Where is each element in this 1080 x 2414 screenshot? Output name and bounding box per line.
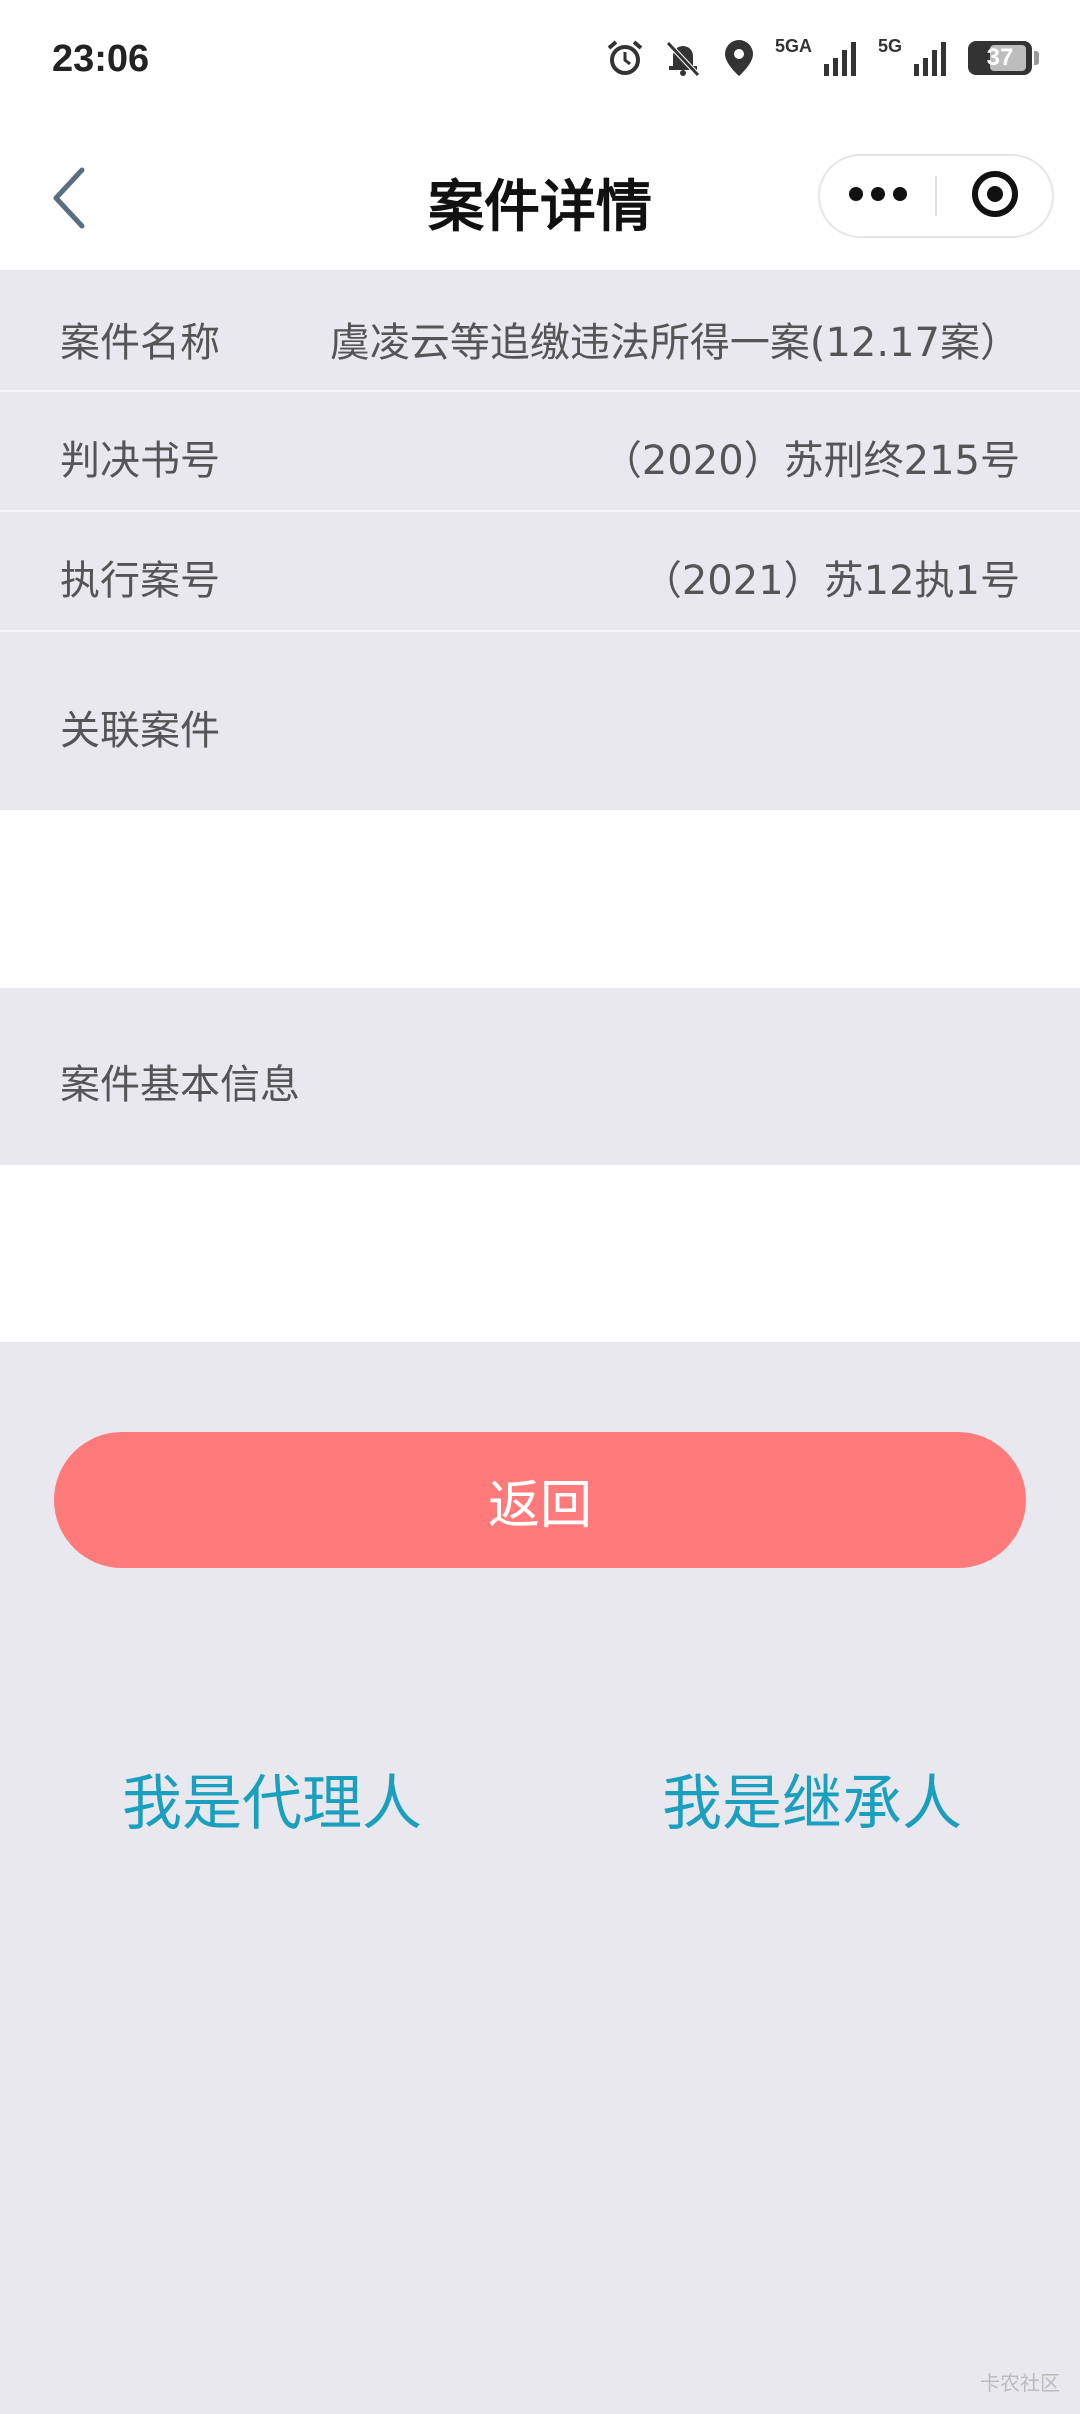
status-time: 23:06 bbox=[52, 38, 150, 80]
bell-off-icon bbox=[663, 38, 703, 78]
more-button[interactable] bbox=[820, 156, 935, 236]
signal-icon bbox=[910, 38, 950, 78]
battery-level: 37 bbox=[986, 44, 1014, 71]
alarm-icon bbox=[605, 38, 645, 78]
case-name-row: 案件名称 虞凌云等追缴违法所得一案(12.17案） bbox=[0, 270, 1080, 392]
close-miniprogram-button[interactable] bbox=[937, 156, 1052, 236]
heir-link[interactable]: 我是继承人 bbox=[662, 1755, 962, 1842]
more-dots-icon bbox=[848, 186, 908, 206]
signal-icon bbox=[820, 38, 860, 78]
network-label-5ga: 5GA bbox=[774, 35, 812, 56]
agent-link[interactable]: 我是代理人 bbox=[122, 1755, 422, 1842]
basic-info-label: 案件基本信息 bbox=[60, 1062, 300, 1108]
related-cases-content bbox=[0, 810, 1080, 988]
judgment-label: 判决书号 bbox=[60, 438, 220, 484]
location-icon bbox=[721, 38, 757, 78]
judgment-value: （2020）苏刑终215号 bbox=[601, 438, 1020, 484]
basic-info-content bbox=[0, 1165, 1080, 1342]
execution-value: （2021）苏12执1号 bbox=[641, 558, 1020, 604]
return-button[interactable]: 返回 bbox=[54, 1432, 1026, 1568]
watermark: 卡农社区 bbox=[980, 2371, 1060, 2395]
related-cases-label: 关联案件 bbox=[60, 708, 220, 754]
network-label-5g: 5G bbox=[877, 35, 902, 56]
nav-bar: 案件详情 bbox=[0, 130, 1080, 270]
case-name-value: 虞凌云等追缴违法所得一案(12.17案） bbox=[329, 320, 1020, 366]
case-name-label: 案件名称 bbox=[60, 320, 220, 366]
related-cases-header: 关联案件 bbox=[0, 632, 1080, 810]
status-icons: 5GA 5G 37 bbox=[605, 35, 1039, 78]
battery-icon: 37 bbox=[968, 41, 1039, 75]
basic-info-header: 案件基本信息 bbox=[0, 988, 1080, 1165]
judgment-row: 判决书号 （2020）苏刑终215号 bbox=[0, 392, 1080, 512]
status-bar: 23:06 5GA 5G 37 bbox=[0, 0, 1080, 130]
execution-label: 执行案号 bbox=[60, 558, 220, 604]
capsule-menu bbox=[818, 154, 1054, 238]
execution-row: 执行案号 （2021）苏12执1号 bbox=[0, 512, 1080, 632]
target-circle-icon bbox=[970, 169, 1020, 223]
